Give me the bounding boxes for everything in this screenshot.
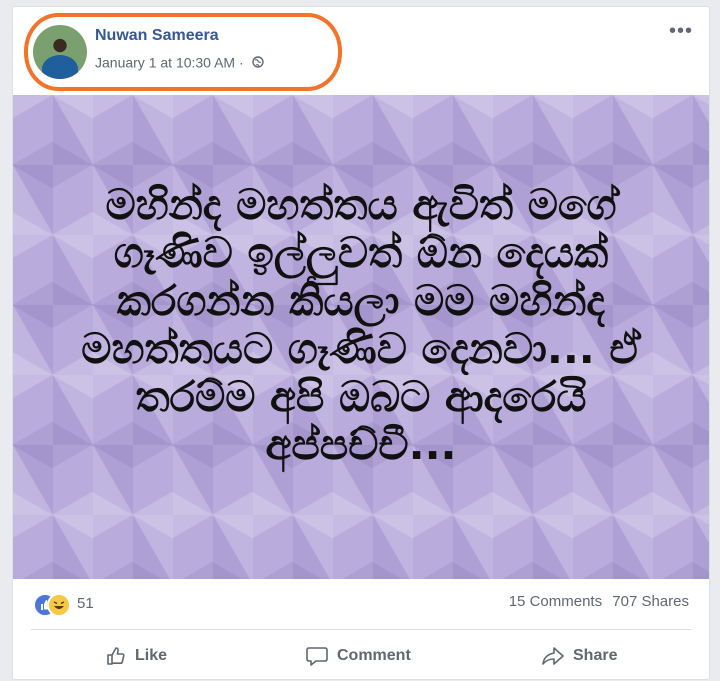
actions-divider: [31, 629, 691, 630]
author-name[interactable]: Nuwan Sameera: [95, 27, 219, 45]
comment-label: Comment: [337, 647, 411, 664]
post-stats: 51 15 Comments 707 Shares: [13, 579, 709, 631]
post-actions: Like Comment Share: [13, 631, 709, 681]
post-meta: January 1 at 10:30 AM ·: [95, 53, 264, 70]
globe-icon[interactable]: [251, 56, 264, 68]
avatar[interactable]: [33, 25, 87, 79]
comment-button[interactable]: Comment: [305, 641, 411, 671]
comment-bubble-icon: [306, 647, 328, 666]
post-image-text: මහින්ද මහත්තය ඇවිත් මගේ ගෑණිව ඉල්ලුවත් ඕ…: [81, 180, 641, 469]
post-header: Nuwan Sameera January 1 at 10:30 AM · ••…: [13, 7, 709, 95]
reaction-count[interactable]: 51: [77, 595, 94, 612]
like-button[interactable]: Like: [105, 641, 167, 671]
post-image[interactable]: මහින්ද මහත්තය ඇවිත් මගේ ගෑණිව ඉල්ලුවත් ඕ…: [13, 95, 709, 579]
share-arrow-icon: [542, 647, 564, 665]
shares-count[interactable]: 707 Shares: [612, 593, 689, 610]
share-button[interactable]: Share: [541, 641, 617, 671]
thumbs-up-icon: [107, 647, 125, 665]
comments-count[interactable]: 15 Comments: [509, 593, 602, 610]
avatar-photo: [42, 55, 78, 79]
meta-separator: ·: [238, 54, 244, 71]
post-options-button[interactable]: •••: [669, 21, 693, 41]
like-label: Like: [135, 647, 168, 664]
post-card: Nuwan Sameera January 1 at 10:30 AM · ••…: [12, 6, 710, 680]
post-timestamp[interactable]: January 1 at 10:30 AM: [95, 54, 235, 70]
engagement-counts: 15 Comments 707 Shares: [503, 593, 689, 610]
haha-reaction-icon: [47, 593, 71, 617]
share-label: Share: [573, 647, 618, 664]
